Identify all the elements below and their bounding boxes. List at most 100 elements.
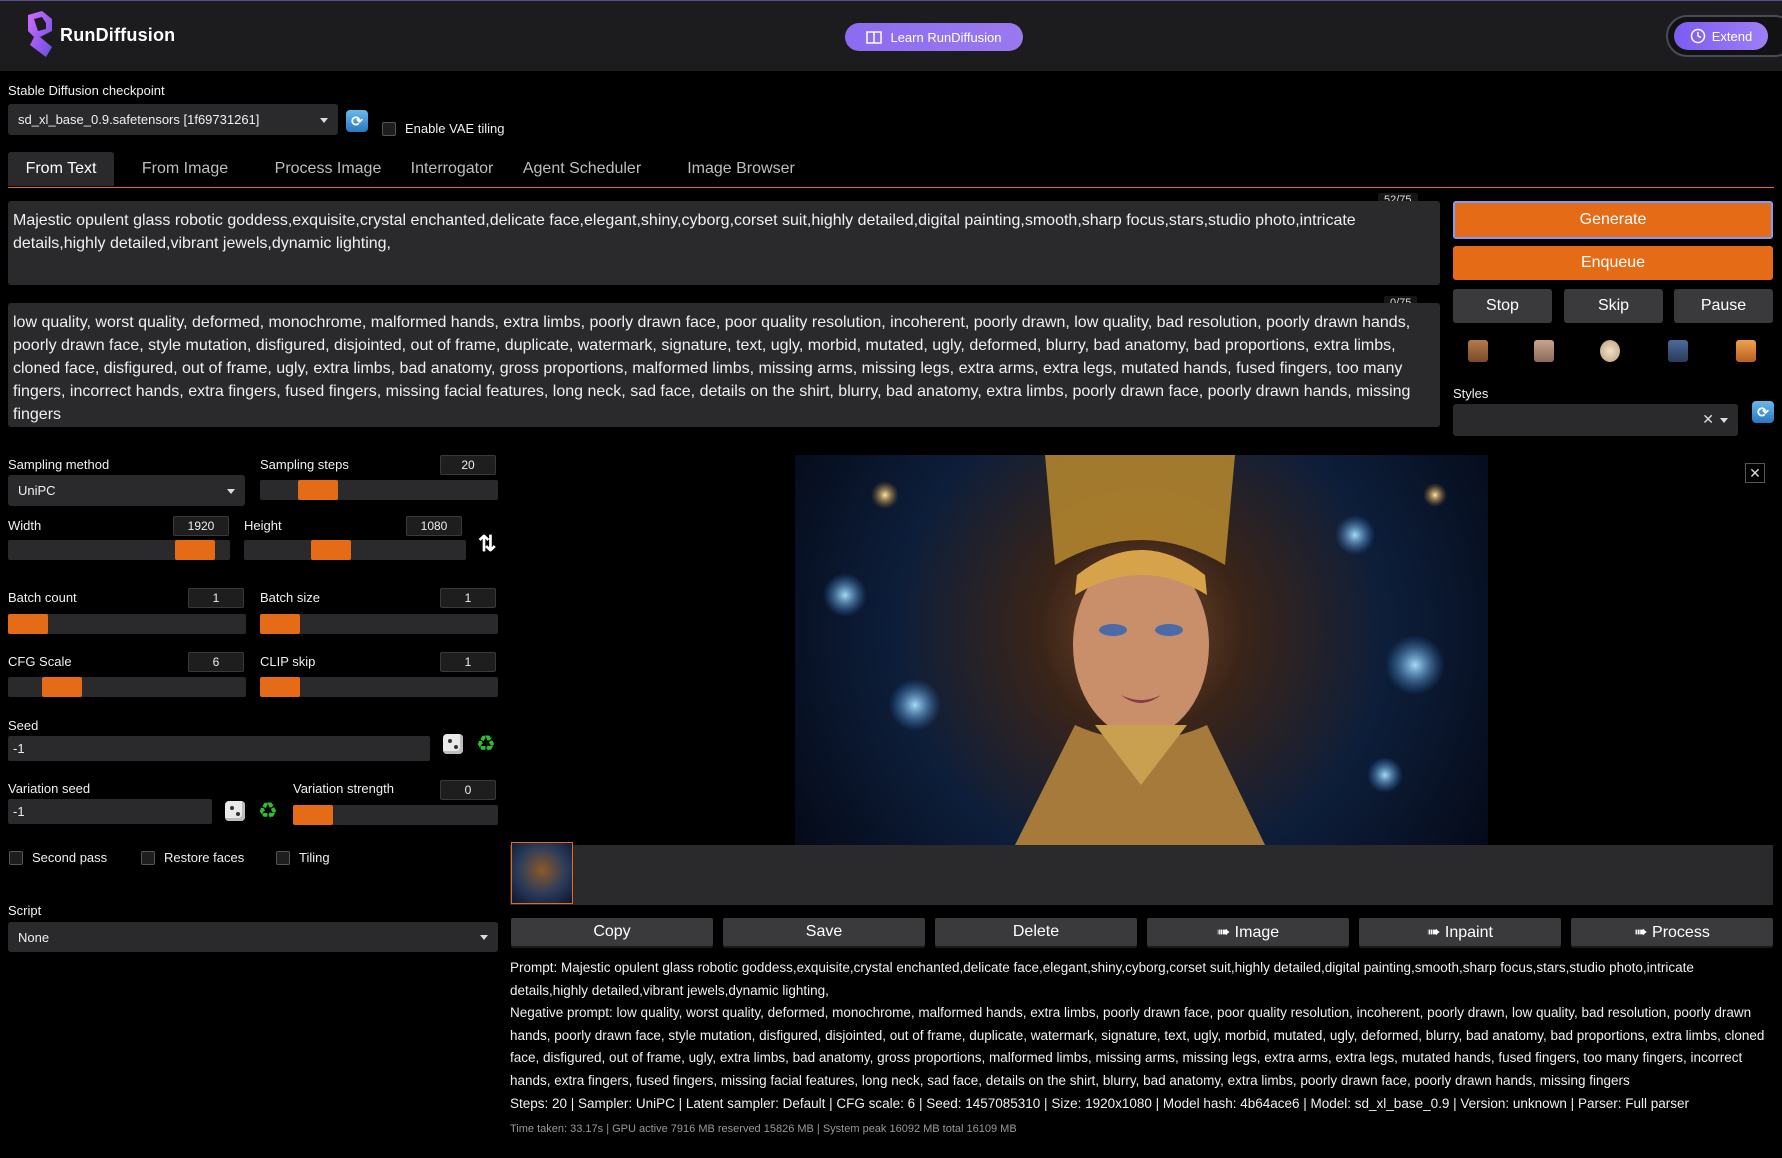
batch-count-input[interactable]: 1 [188,588,244,608]
variation-strength-input[interactable]: 0 [440,780,496,800]
checkpoint-label: Stable Diffusion checkpoint [8,83,165,98]
width-slider[interactable] [8,540,230,560]
height-label: Height [244,518,282,533]
dice-icon[interactable] [225,801,245,821]
negative-prompt-input[interactable]: low quality, worst quality, deformed, mo… [8,303,1440,427]
refresh-styles-icon[interactable]: ⟳ [1752,401,1774,423]
extend-button[interactable]: Extend [1674,22,1768,50]
recycle-icon[interactable]: ♻ [476,733,496,755]
enqueue-button[interactable]: Enqueue [1453,246,1773,280]
seed-label: Seed [8,718,39,733]
sampling-steps-slider[interactable] [260,480,498,500]
learn-rundiffusion-button[interactable]: Learn RunDiffusion [845,23,1023,51]
slider-thumb[interactable] [298,480,338,500]
cfg-scale-input[interactable]: 6 [188,652,244,672]
tiling-label: Tiling [299,850,330,865]
slider-thumb[interactable] [293,805,333,825]
info-negative-prompt: Negative prompt: low quality, worst qual… [510,1005,1765,1089]
timing-info: Time taken: 33.17s | GPU active 7916 MB … [510,1123,1017,1135]
batch-count-label: Batch count [8,590,77,605]
sampling-method-value: UniPC [18,483,56,498]
tab-from-text[interactable]: From Text [8,152,114,186]
restore-faces-checkbox[interactable] [141,851,155,865]
extend-label: Extend [1711,28,1753,44]
refresh-icon[interactable]: ⟳ [346,110,368,132]
batch-size-slider[interactable] [260,614,498,634]
learn-label: Learn RunDiffusion [890,29,1002,45]
slider-thumb[interactable] [311,540,351,560]
checkpoint-dropdown[interactable]: sd_xl_base_0.9.safetensors [1f69731261] [8,104,338,135]
sampling-steps-input[interactable]: 20 [440,455,496,475]
clock-icon [1690,28,1705,44]
chevron-down-icon [227,488,235,494]
sampling-method-dropdown[interactable]: UniPC [8,475,245,506]
second-pass-checkbox[interactable] [9,851,23,865]
script-label: Script [8,903,42,918]
cfg-scale-label: CFG Scale [8,654,72,669]
skip-button[interactable]: Skip [1564,289,1663,323]
tab-process-image[interactable]: Process Image [256,152,400,186]
variation-strength-label: Variation strength [293,781,394,796]
globe-icon[interactable] [1600,340,1620,362]
batch-size-input[interactable]: 1 [440,588,496,608]
batch-count-slider[interactable] [8,614,246,634]
variation-seed-label: Variation seed [8,781,91,796]
variation-seed-input[interactable]: -1 [8,799,212,824]
generated-image[interactable] [795,455,1488,845]
script-value: None [18,929,50,945]
close-icon[interactable]: ✕ [1745,463,1765,483]
clear-icon[interactable]: ✕ [1702,411,1714,428]
gallery-thumbnail[interactable] [511,842,573,904]
copy-button[interactable]: Copy [511,918,713,946]
vae-tiling-label: Enable VAE tiling [405,121,505,136]
main-tabs: From Text From Image Process Image Inter… [8,152,1774,188]
extend-container: Extend [1666,15,1782,57]
slider-thumb[interactable] [42,677,82,697]
cfg-scale-slider[interactable] [8,677,246,697]
styles-dropdown[interactable]: ✕ [1453,404,1738,436]
send-to-inpaint-button[interactable]: ➠ Inpaint [1359,918,1561,946]
dice-icon[interactable] [443,734,463,754]
info-prompt: Prompt: Majestic opulent glass robotic g… [510,960,1694,998]
script-dropdown[interactable]: None [8,922,498,952]
tab-from-image[interactable]: From Image [126,152,244,186]
swap-dimensions-icon[interactable]: ⇅ [478,531,496,557]
brand-name: RunDiffusion [60,25,176,45]
stop-button[interactable]: Stop [1453,289,1552,323]
tab-agent-scheduler[interactable]: Agent Scheduler [516,152,648,186]
tab-interrogator[interactable]: Interrogator [401,152,503,186]
tiling-checkbox[interactable] [276,851,290,865]
prompt-input[interactable]: Majestic opulent glass robotic goddess,e… [8,201,1440,285]
slider-thumb[interactable] [8,614,48,634]
variation-strength-slider[interactable] [293,805,498,825]
slider-thumb[interactable] [175,540,215,560]
tab-image-browser[interactable]: Image Browser [666,152,816,186]
clip-skip-input[interactable]: 1 [440,652,496,672]
save-style-icon[interactable] [1668,340,1688,362]
styles-label: Styles [1453,386,1489,401]
send-to-process-button[interactable]: ➠ Process [1571,918,1773,946]
book-icon[interactable] [1468,340,1488,362]
trash-icon[interactable] [1534,340,1554,362]
send-to-image-button[interactable]: ➠ Image [1147,918,1349,946]
save-button[interactable]: Save [723,918,925,946]
clipboard-icon[interactable] [1736,340,1756,362]
restore-faces-label: Restore faces [164,850,245,865]
generate-button[interactable]: Generate [1453,201,1773,239]
pause-button[interactable]: Pause [1674,289,1773,323]
book-icon [866,30,883,44]
height-input[interactable]: 1080 [406,516,462,536]
slider-thumb[interactable] [260,614,300,634]
delete-button[interactable]: Delete [935,918,1137,946]
generated-image-art [823,455,1447,845]
height-slider[interactable] [244,540,466,560]
width-input[interactable]: 1920 [173,516,229,536]
vae-tiling-checkbox[interactable] [382,122,396,136]
clip-skip-slider[interactable] [260,677,498,697]
slider-thumb[interactable] [260,677,300,697]
recycle-icon[interactable]: ♻ [258,800,278,822]
clip-skip-label: CLIP skip [260,654,316,669]
sampling-method-label: Sampling method [8,457,110,472]
seed-input[interactable]: -1 [8,736,430,761]
checkpoint-value: sd_xl_base_0.9.safetensors [1f69731261] [18,112,260,127]
